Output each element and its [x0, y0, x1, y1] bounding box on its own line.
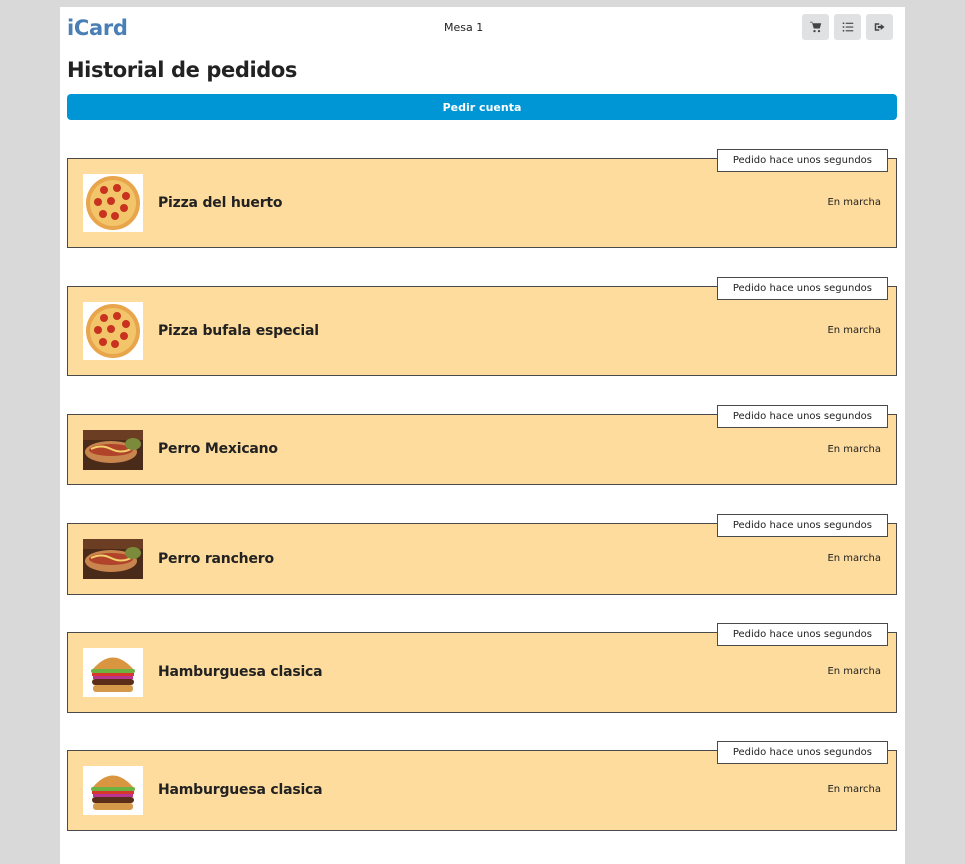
pizza-image — [83, 302, 143, 360]
hotdog-image — [83, 539, 143, 579]
page-title: Historial de pedidos — [67, 58, 298, 82]
pizza-image — [83, 174, 143, 232]
order-status: En marcha — [827, 553, 881, 564]
logout-button[interactable] — [866, 14, 893, 40]
order-status: En marcha — [827, 197, 881, 208]
order-item-name: Pizza del huerto — [158, 195, 283, 211]
burger-image — [83, 648, 143, 697]
list-icon — [842, 22, 853, 32]
order-status: En marcha — [827, 666, 881, 677]
order-status: En marcha — [827, 784, 881, 795]
order-item-name: Hamburguesa clasica — [158, 782, 323, 798]
cart-button[interactable] — [802, 14, 829, 40]
order-card: Hamburguesa clasica En marcha Pedido hac… — [67, 623, 897, 713]
order-time-label: Pedido hace unos segundos — [716, 277, 888, 300]
top-bar: iCard Mesa 1 — [60, 7, 905, 49]
order-status: En marcha — [827, 444, 881, 455]
order-item-name: Hamburguesa clasica — [158, 664, 323, 680]
logout-icon — [874, 23, 884, 31]
order-card: Pizza bufala especial En marcha Pedido h… — [67, 277, 897, 376]
order-card: Perro ranchero En marcha Pedido hace uno… — [67, 514, 897, 595]
cart-icon — [809, 21, 821, 33]
order-status: En marcha — [827, 325, 881, 336]
table-label: Mesa 1 — [444, 21, 484, 34]
order-item-name: Perro Mexicano — [158, 441, 278, 457]
order-card: Perro Mexicano En marcha Pedido hace uno… — [67, 405, 897, 485]
order-card: Hamburguesa clasica En marcha Pedido hac… — [67, 741, 897, 831]
request-bill-button[interactable]: Pedir cuenta — [67, 94, 897, 120]
order-item-name: Perro ranchero — [158, 551, 274, 567]
page-container: iCard Mesa 1 Historial de pedidos Pedir … — [60, 7, 905, 864]
order-time-label: Pedido hace unos segundos — [716, 405, 888, 428]
order-time-label: Pedido hace unos segundos — [716, 741, 888, 764]
brand-logo[interactable]: iCard — [67, 16, 128, 40]
order-card: Pizza del huerto En marcha Pedido hace u… — [67, 149, 897, 248]
order-item-name: Pizza bufala especial — [158, 323, 319, 339]
orders-list-button[interactable] — [834, 14, 861, 40]
order-time-label: Pedido hace unos segundos — [716, 514, 888, 537]
order-time-label: Pedido hace unos segundos — [716, 623, 888, 646]
hotdog-image — [83, 430, 143, 470]
order-time-label: Pedido hace unos segundos — [716, 149, 888, 172]
burger-image — [83, 766, 143, 815]
